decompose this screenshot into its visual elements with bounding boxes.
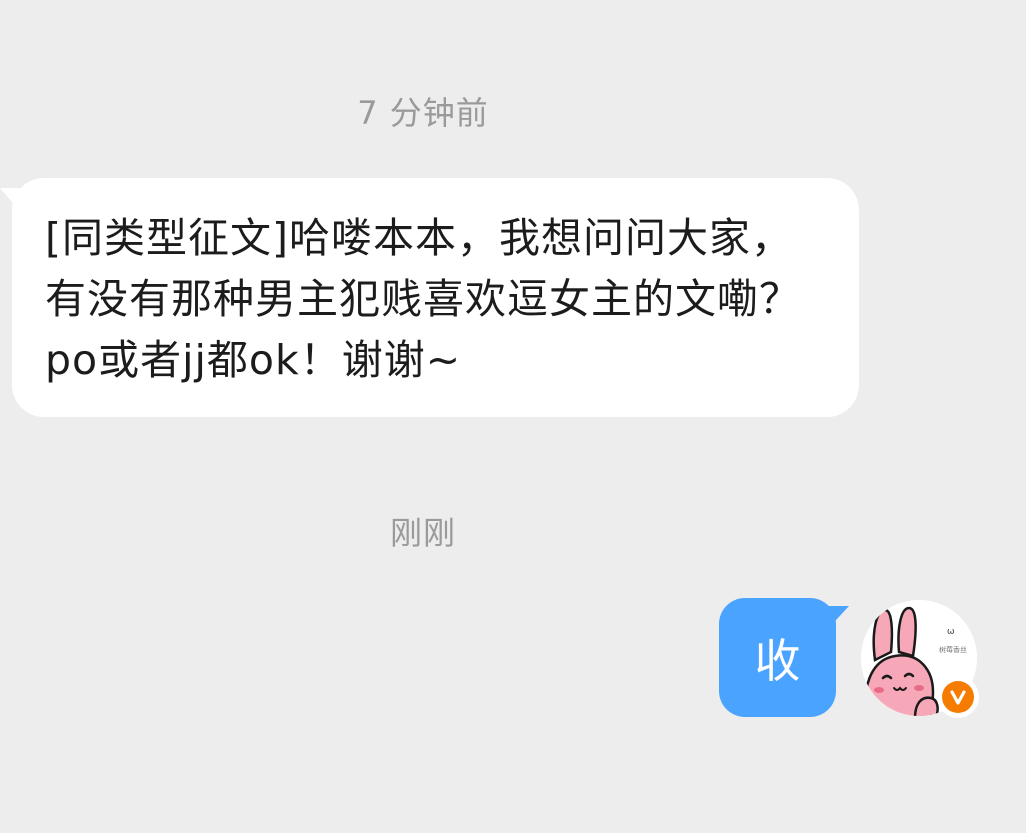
incoming-bubble-tail bbox=[0, 188, 24, 216]
svg-text:ω: ω bbox=[947, 627, 955, 637]
verified-badge bbox=[937, 676, 979, 718]
outgoing-bubble-tail bbox=[825, 606, 849, 632]
outgoing-message-text: 收 bbox=[754, 633, 801, 688]
outgoing-message-bubble[interactable]: 收 bbox=[719, 598, 849, 717]
avatar-caption: 树莓香丝 bbox=[939, 645, 967, 654]
timestamp-7-min-ago: 7 分钟前 bbox=[357, 94, 489, 132]
incoming-message-text: [同类型征文]哈喽本本，我想问问大家，有没有那种男主犯贱喜欢逗女主的文嘞？po或… bbox=[45, 214, 801, 384]
timestamp-just-now: 刚刚 bbox=[389, 514, 456, 552]
incoming-message-bubble[interactable]: [同类型征文]哈喽本本，我想问问大家，有没有那种男主犯贱喜欢逗女主的文嘞？po或… bbox=[0, 178, 859, 417]
verified-v-badge-icon bbox=[942, 681, 974, 713]
